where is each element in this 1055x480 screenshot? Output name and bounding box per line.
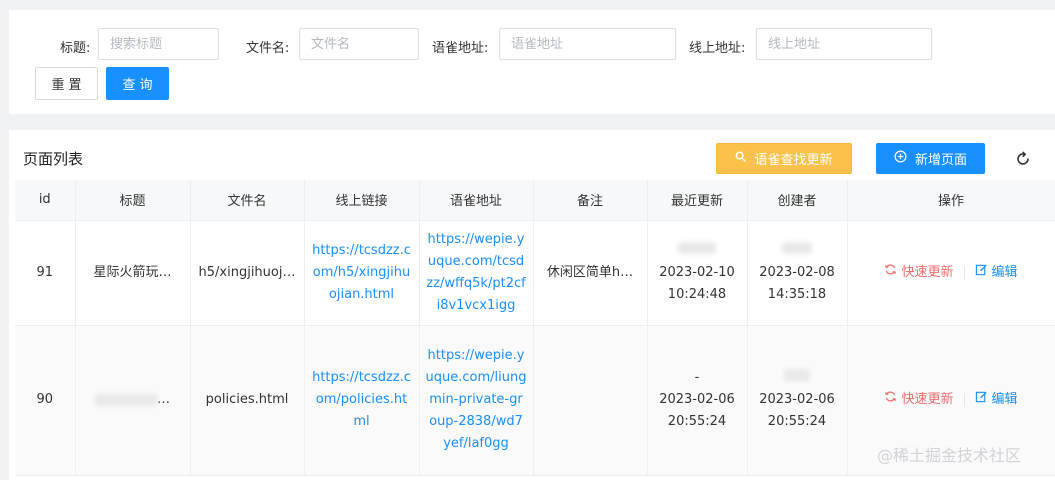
new-page-label: 新增页面 bbox=[914, 153, 967, 168]
updated-time: 20:55:24 bbox=[667, 414, 727, 429]
title-text: 星际火箭玩… bbox=[93, 264, 172, 280]
query-button[interactable]: 查询 bbox=[106, 67, 169, 100]
table-header-row: id 标题 文件名 线上链接 语雀地址 备注 最近更新 创建者 操作 bbox=[15, 180, 1055, 221]
header-remark: 备注 bbox=[533, 180, 648, 221]
sync-icon bbox=[884, 389, 897, 411]
header-title: 标题 bbox=[75, 180, 191, 221]
watermark: @稀土掘金技术社区 bbox=[877, 446, 1022, 465]
header-creator: 创建者 bbox=[747, 180, 848, 221]
cell-creator: 2023-02-08 14:35:18 bbox=[747, 220, 848, 326]
redacted-creator bbox=[782, 241, 812, 254]
updated-time: 10:24:48 bbox=[667, 286, 727, 302]
cell-actions: 快速更新 编辑 bbox=[847, 220, 1055, 326]
created-date: 2023-02-08 bbox=[759, 264, 835, 280]
quick-update-label: 快速更新 bbox=[901, 264, 954, 280]
redacted-updater bbox=[678, 241, 716, 254]
online-input[interactable] bbox=[756, 28, 932, 60]
yuque-link[interactable]: https://wepie.yuque.com/tcsdzz/wffq5k/pt… bbox=[426, 232, 525, 313]
filename-text: policies.html bbox=[205, 392, 289, 407]
yuque-find-update-button[interactable]: 语雀查找更新 bbox=[716, 143, 852, 174]
cell-filename: policies.html bbox=[190, 325, 305, 476]
updated-prefix: - bbox=[694, 370, 700, 385]
header-filename: 文件名 bbox=[190, 180, 305, 221]
yuque-link[interactable]: https://wepie.yuque.com/liungmin-private… bbox=[426, 348, 527, 451]
updated-date: 2023-02-06 bbox=[659, 392, 735, 407]
action-divider bbox=[963, 265, 965, 280]
title-search-input[interactable] bbox=[98, 28, 219, 60]
edit-button[interactable]: 编辑 bbox=[975, 262, 1018, 284]
search-panel: 标题: 文件名: 语雀地址: 线上地址: 重置 查询 bbox=[9, 10, 1055, 114]
action-divider bbox=[963, 393, 965, 407]
filename-text: h5/xingjihuoj… bbox=[198, 264, 296, 280]
cell-online-link: https://tcsdzz.com/policies.html bbox=[304, 325, 420, 476]
cell-title: 星际火箭玩… bbox=[75, 220, 191, 326]
header-id: id bbox=[15, 180, 76, 221]
header-yuque: 语雀地址 bbox=[419, 180, 534, 221]
edit-label: 编辑 bbox=[991, 264, 1018, 280]
edit-button[interactable]: 编辑 bbox=[975, 389, 1018, 411]
cell-creator: 2023-02-06 20:55:24 bbox=[747, 325, 848, 476]
cell-id: 90 bbox=[15, 325, 76, 476]
list-title: 页面列表 bbox=[23, 150, 84, 168]
reset-button[interactable]: 重置 bbox=[35, 67, 98, 100]
header-actions: 操作 bbox=[847, 180, 1055, 221]
quick-update-label: 快速更新 bbox=[901, 392, 954, 407]
cell-id: 91 bbox=[15, 220, 76, 326]
cell-title: … bbox=[75, 325, 191, 476]
redacted-creator bbox=[784, 369, 810, 381]
yuque-input[interactable] bbox=[499, 28, 676, 60]
pages-table: id 标题 文件名 线上链接 语雀地址 备注 最近更新 创建者 操作 91 星际… bbox=[15, 180, 1055, 476]
created-date: 2023-02-06 bbox=[759, 392, 835, 407]
refresh-icon[interactable] bbox=[1012, 148, 1034, 170]
cell-remark: 休闲区简单h… bbox=[533, 220, 648, 326]
edit-icon bbox=[975, 262, 988, 284]
sync-icon bbox=[884, 262, 897, 284]
online-label: 线上地址: bbox=[689, 41, 746, 56]
cell-remark bbox=[533, 325, 648, 476]
title-text: … bbox=[157, 392, 170, 407]
list-panel: 页面列表 语雀查找更新 新增页面 id 标题 文件名 线上链接 语雀地址 备注 … bbox=[9, 130, 1055, 480]
edit-label: 编辑 bbox=[991, 392, 1018, 407]
search-icon bbox=[735, 151, 747, 166]
filename-label: 文件名: bbox=[246, 41, 290, 56]
header-online-link: 线上链接 bbox=[304, 180, 420, 221]
plus-circle-icon bbox=[894, 150, 907, 167]
cell-filename: h5/xingjihuoj… bbox=[190, 220, 305, 326]
header-updated: 最近更新 bbox=[647, 180, 748, 221]
cell-updated: 2023-02-10 10:24:48 bbox=[647, 220, 748, 326]
online-link[interactable]: https://tcsdzz.com/policies.html bbox=[312, 370, 411, 429]
online-link[interactable]: https://tcsdzz.com/h5/xingjihuojian.html bbox=[312, 243, 411, 302]
filename-input[interactable] bbox=[299, 28, 419, 60]
quick-update-button[interactable]: 快速更新 bbox=[884, 389, 954, 411]
created-time: 20:55:24 bbox=[767, 414, 827, 429]
title-label: 标题: bbox=[60, 41, 91, 56]
cell-online-link: https://tcsdzz.com/h5/xingjihuojian.html bbox=[304, 220, 420, 326]
cell-yuque: https://wepie.yuque.com/tcsdzz/wffq5k/pt… bbox=[419, 220, 534, 326]
new-page-button[interactable]: 新增页面 bbox=[876, 143, 985, 174]
redacted-title bbox=[95, 393, 157, 406]
quick-update-button[interactable]: 快速更新 bbox=[884, 262, 954, 284]
table-row: 91 星际火箭玩… h5/xingjihuoj… https://tcsdzz.… bbox=[15, 220, 1055, 326]
yuque-find-update-label: 语雀查找更新 bbox=[754, 153, 833, 168]
updated-date: 2023-02-10 bbox=[659, 264, 735, 280]
edit-icon bbox=[975, 389, 988, 411]
created-time: 14:35:18 bbox=[767, 286, 827, 302]
cell-updated: - 2023-02-06 20:55:24 bbox=[647, 325, 748, 476]
yuque-label: 语雀地址: bbox=[432, 41, 489, 56]
remark-text: 休闲区简单h… bbox=[546, 264, 634, 280]
cell-yuque: https://wepie.yuque.com/liungmin-private… bbox=[419, 325, 534, 476]
